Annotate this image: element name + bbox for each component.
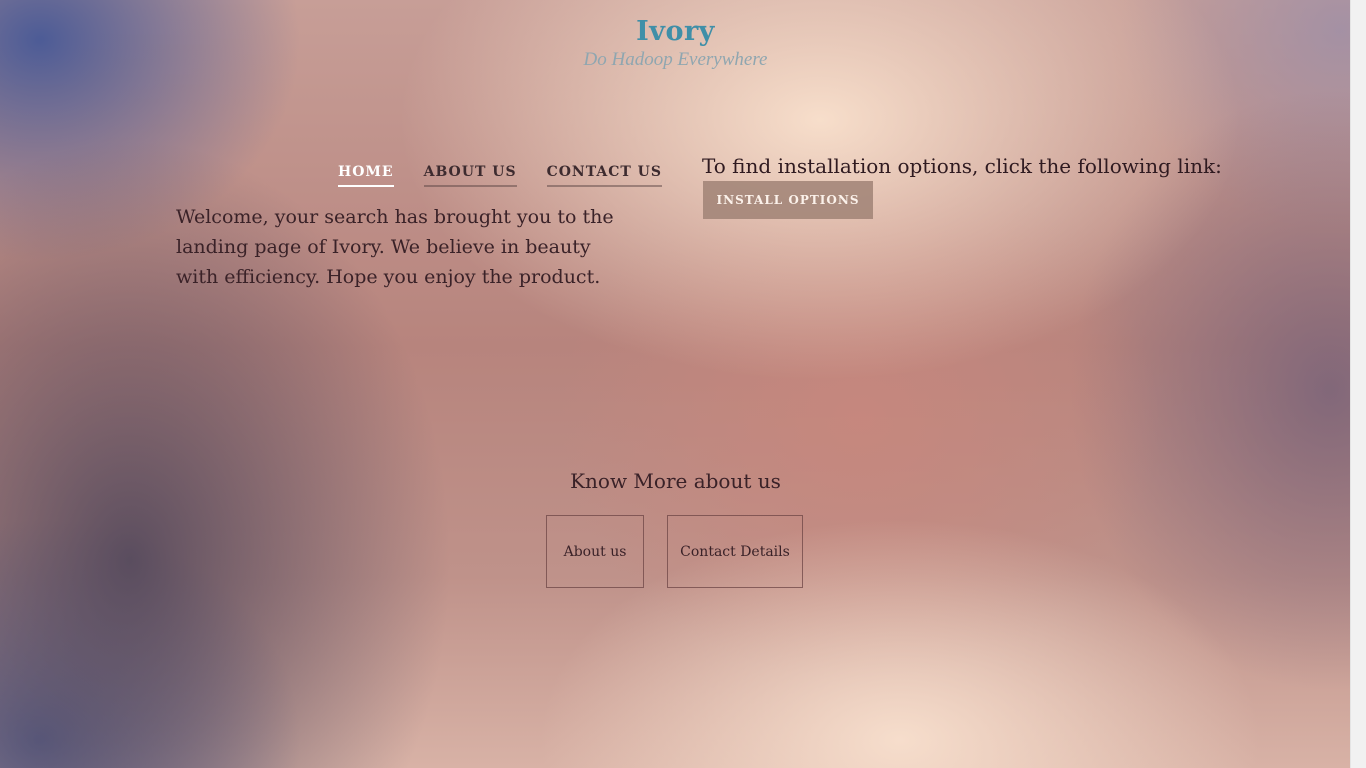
welcome-text: Welcome, your search has brought you to … xyxy=(176,206,614,288)
know-more-heading: Know More about us xyxy=(570,469,781,493)
nav-contact-us[interactable]: CONTACT US xyxy=(546,164,662,187)
site-tagline: Do Hadoop Everywhere xyxy=(583,49,768,70)
background-gradient xyxy=(0,0,1351,768)
scrollbar-thumb[interactable] xyxy=(1354,2,1362,762)
site-title[interactable]: Ivory xyxy=(0,16,1351,47)
main-nav: HOME ABOUT US CONTACT US xyxy=(338,164,662,187)
install-options-button[interactable]: INSTALL OPTIONS xyxy=(703,181,873,219)
install-prompt: To find installation options, click the … xyxy=(702,154,1222,178)
nav-about-us[interactable]: ABOUT US xyxy=(423,164,517,187)
vertical-scrollbar[interactable] xyxy=(1350,0,1366,768)
about-us-button[interactable]: About us xyxy=(546,515,644,588)
nav-home[interactable]: HOME xyxy=(338,164,394,187)
contact-details-button[interactable]: Contact Details xyxy=(667,515,803,588)
